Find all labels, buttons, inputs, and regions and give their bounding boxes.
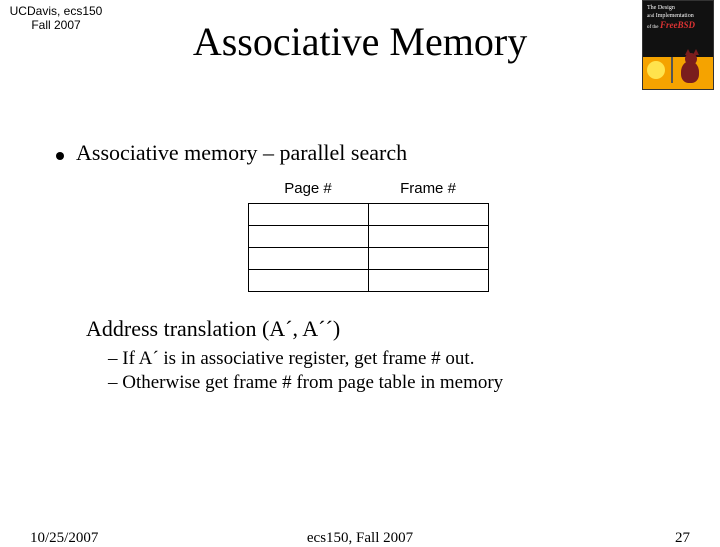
table-row: [248, 204, 488, 226]
bullet-icon: [56, 152, 64, 160]
translation-heading: Address translation (A´, A´´): [86, 316, 680, 342]
slide-title: Associative Memory: [0, 18, 720, 65]
book-badge-icon: [647, 61, 665, 79]
translation-list: – If A´ is in associative register, get …: [108, 348, 680, 394]
footer-center: ecs150, Fall 2007: [0, 530, 720, 547]
table-row: [248, 226, 488, 248]
table-row: [248, 248, 488, 270]
bsd-daemon-icon: [671, 51, 709, 89]
book-cover-bottom: [643, 57, 713, 91]
book-text-line: The Design: [647, 5, 675, 11]
book-thumbnail: The Design and Implementation of the Fre…: [642, 0, 714, 90]
slide-body: Associative memory – parallel search Pag…: [56, 140, 680, 396]
list-item: – If A´ is in associative register, get …: [108, 348, 680, 370]
footer-page-number: 27: [675, 530, 690, 547]
book-cover-top: The Design and Implementation of the Fre…: [643, 1, 713, 57]
tlb-table: Page # Frame #: [56, 180, 680, 292]
table-row: [248, 270, 488, 292]
book-bsd-label: FreeBSD: [660, 20, 695, 30]
table-header-frame: Frame #: [368, 180, 488, 204]
list-item: – Otherwise get frame # from page table …: [108, 372, 680, 394]
table-header-page: Page #: [248, 180, 368, 204]
book-text-line: Implementation: [656, 13, 694, 19]
course-line: UCDavis, ecs150: [6, 4, 106, 18]
bullet-item: Associative memory – parallel search: [56, 140, 680, 166]
bullet-text: Associative memory – parallel search: [76, 140, 407, 166]
